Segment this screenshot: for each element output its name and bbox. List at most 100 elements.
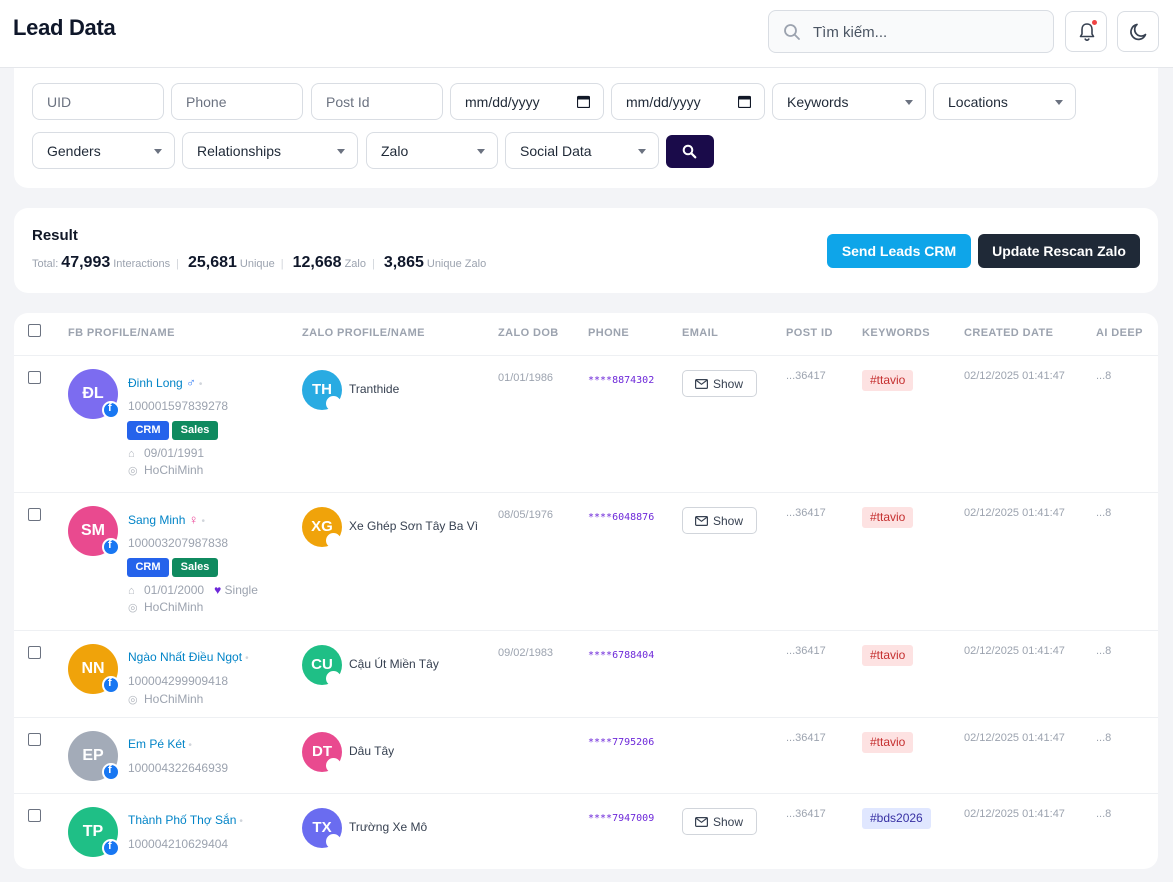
zalo-badge-icon [326, 671, 341, 686]
row-checkbox[interactable] [28, 733, 41, 746]
calendar-icon[interactable] [577, 95, 590, 108]
location-pin-icon: ◎ [128, 602, 138, 614]
show-email-button[interactable]: Show [682, 370, 757, 397]
column-header[interactable]: POST ID [786, 327, 833, 339]
zalo-badge-icon [326, 533, 341, 548]
created-date: 02/12/2025 01:41:47 [964, 370, 1065, 382]
relationships-select[interactable]: Relationships [182, 132, 358, 169]
chevron-down-icon [905, 100, 913, 105]
fb-name-link[interactable]: Thành Phố Thợ Sắn • [128, 813, 243, 827]
result-title: Result [32, 227, 78, 244]
result-summary: Result Total: 47,993 Interactions | 25,681 Un… [14, 208, 1158, 293]
fb-name-link[interactable]: Ngào Nhất Điều Ngọt • [128, 650, 249, 664]
chevron-down-icon [477, 149, 485, 154]
notification-button[interactable] [1065, 11, 1107, 52]
row-checkbox[interactable] [28, 646, 41, 659]
ai-deep: ...8 [1096, 370, 1112, 382]
column-header[interactable]: ZALO DOB [498, 327, 559, 339]
show-email-button[interactable]: Show [682, 507, 757, 534]
chevron-down-icon [337, 149, 345, 154]
post-id[interactable]: ...36417 [786, 732, 826, 744]
mail-icon [695, 516, 708, 526]
post-id[interactable]: ...36417 [786, 507, 826, 519]
column-header[interactable]: ZALO PROFILE/NAME [302, 327, 425, 339]
send-leads-crm-button[interactable]: Send Leads CRM [827, 234, 971, 268]
crm-tag: CRM [127, 421, 169, 440]
ai-deep: ...8 [1096, 732, 1112, 744]
locations-select[interactable]: Locations [933, 83, 1076, 120]
phone-number[interactable]: ****7947009 [588, 813, 654, 824]
postid-filter-input[interactable]: Post Id [311, 83, 443, 120]
sales-tag: Sales [172, 421, 218, 440]
date-from-input[interactable]: mm/dd/yyyy [450, 83, 604, 120]
search-input[interactable] [813, 21, 1043, 43]
post-id[interactable]: ...36417 [786, 645, 826, 657]
zalo-select[interactable]: Zalo [366, 132, 498, 169]
table-row: TP f Thành Phố Thợ Sắn • 100004210629404 TX Tr… [14, 794, 1158, 869]
row-checkbox[interactable] [28, 371, 41, 384]
social-data-select[interactable]: Social Data [505, 132, 659, 169]
zalo-name: Tranthide [349, 382, 400, 396]
zalo-dob: 09/02/1983 [498, 647, 554, 659]
location-info: ◎ HoChiMinh [128, 692, 204, 706]
row-checkbox[interactable] [28, 809, 41, 822]
fb-name-link[interactable]: Sang Minh ♀ • [128, 512, 205, 527]
keyword-badge: #bds2026 [862, 808, 931, 829]
uid-filter-input[interactable]: UID [32, 83, 164, 120]
column-header[interactable]: PHONE [588, 327, 629, 339]
location-info: ◎ HoChiMinh [128, 600, 204, 614]
phone-number[interactable]: ****7795206 [588, 737, 654, 748]
keywords-select[interactable]: Keywords [772, 83, 926, 120]
phone-number[interactable]: ****8874302 [588, 375, 654, 386]
filter-search-button[interactable] [666, 135, 714, 168]
update-rescan-zalo-button[interactable]: Update Rescan Zalo [978, 234, 1140, 268]
keyword-badge: #ttavio [862, 732, 914, 753]
created-date: 02/12/2025 01:41:47 [964, 507, 1065, 519]
heart-icon: ♥ [214, 583, 222, 597]
phone-number[interactable]: ****6048876 [588, 512, 654, 523]
global-search[interactable] [768, 10, 1054, 53]
search-icon [682, 144, 697, 159]
column-header[interactable]: EMAIL [682, 327, 718, 339]
chevron-down-icon [638, 149, 646, 154]
created-date: 02/12/2025 01:41:47 [964, 645, 1065, 657]
genders-select[interactable]: Genders [32, 132, 175, 169]
location-pin-icon: ◎ [128, 694, 138, 706]
birthday-info: ⌂ 09/01/1991 [128, 446, 205, 460]
date-to-input[interactable]: mm/dd/yyyy [611, 83, 765, 120]
calendar-icon[interactable] [738, 95, 751, 108]
keyword-badge: #ttavio [862, 507, 914, 528]
row-checkbox[interactable] [28, 508, 41, 521]
post-id[interactable]: ...36417 [786, 370, 826, 382]
zalo-name: Dâu Tây [349, 744, 395, 758]
ai-deep: ...8 [1096, 645, 1112, 657]
facebook-icon: f [102, 839, 120, 857]
fb-uid: 100004322646939 [128, 761, 229, 775]
page-title: Lead Data [13, 15, 116, 40]
birthday-info: ⌂ 01/01/2000 ♥ Single [128, 583, 258, 597]
theme-toggle-button[interactable] [1117, 11, 1159, 52]
mail-icon [695, 817, 708, 827]
column-header[interactable]: KEYWORDS [862, 327, 930, 339]
phone-number[interactable]: ****6788404 [588, 650, 654, 661]
zalo-dob: 08/05/1976 [498, 509, 554, 521]
fb-uid: 100004299909418 [128, 674, 229, 688]
zalo-badge-icon [326, 834, 341, 849]
show-email-button[interactable]: Show [682, 808, 757, 835]
facebook-icon: f [102, 401, 120, 419]
fb-name-link[interactable]: Đinh Long ♂ • [128, 375, 202, 390]
select-all-checkbox[interactable] [28, 324, 41, 337]
phone-filter-input[interactable]: Phone [171, 83, 303, 120]
table-row: NN f Ngào Nhất Điều Ngọt • 100004299909418 ◎ H… [14, 631, 1158, 718]
result-stats: Total: 47,993 Interactions | 25,681 Unique | 12… [32, 254, 487, 271]
column-header[interactable]: AI DEEP [1096, 327, 1143, 339]
top-header: Lead Data [0, 0, 1173, 68]
sales-tag: Sales [172, 558, 218, 577]
post-id[interactable]: ...36417 [786, 808, 826, 820]
zalo-count: 12,668 [292, 254, 342, 271]
mail-icon [695, 379, 708, 389]
fb-name-link[interactable]: Em Pé Két • [128, 737, 192, 751]
column-header[interactable]: FB PROFILE/NAME [68, 327, 175, 339]
column-header[interactable]: CREATED DATE [964, 327, 1053, 339]
zalo-badge-icon [326, 396, 341, 411]
